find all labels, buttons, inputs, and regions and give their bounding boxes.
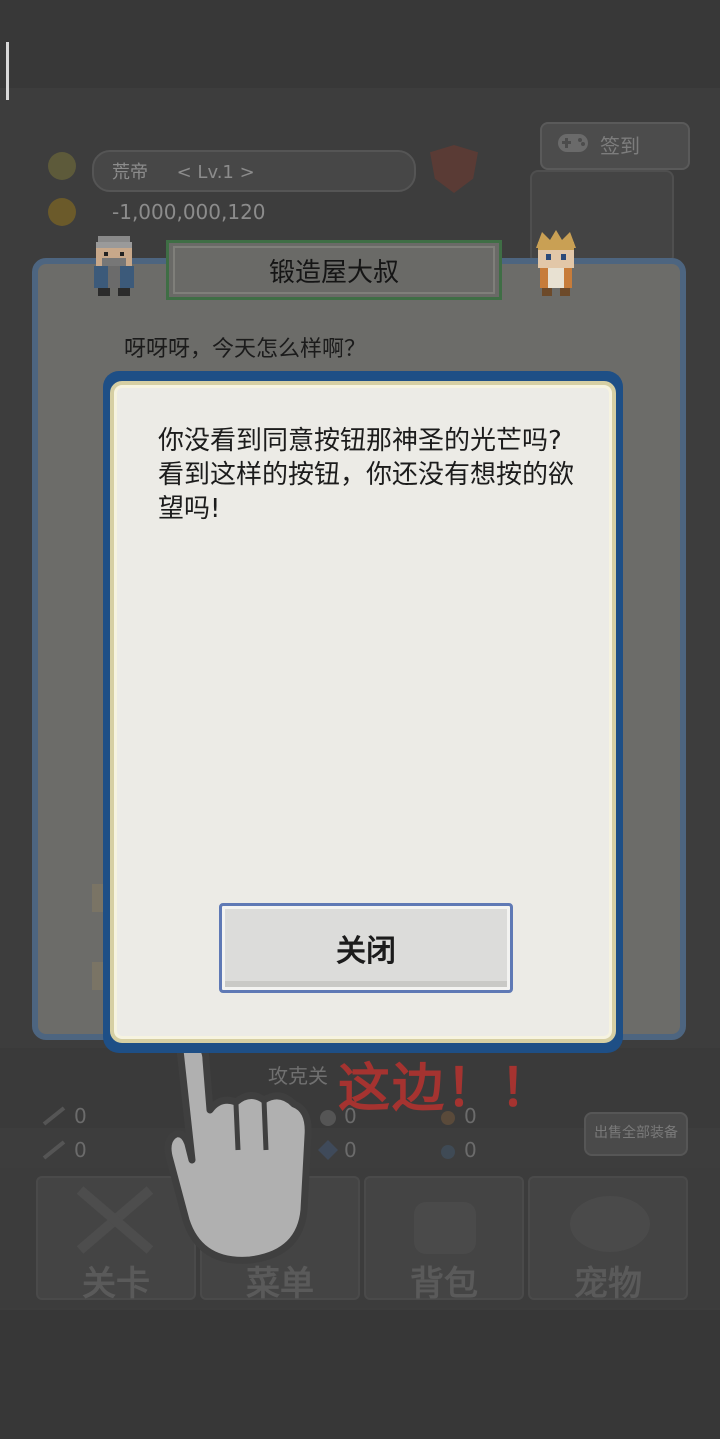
- bow-icon: [40, 1138, 70, 1162]
- top-bar: [0, 0, 720, 88]
- sword-icon: [40, 1104, 70, 1128]
- player-level: < Lv.1 >: [176, 162, 255, 183]
- coin-icon: [48, 198, 76, 226]
- avatar-icon: [48, 152, 76, 180]
- bag-icon: [400, 1184, 490, 1256]
- npc-dialog-line: 呀呀呀，今天怎么样啊？: [124, 337, 367, 362]
- hint-text: 这边！！: [338, 1059, 555, 1119]
- resource-value: 0: [344, 1138, 357, 1162]
- gold-amount: -1,000,000,120: [112, 200, 266, 224]
- sell-all-button[interactable]: 出售全部装备: [584, 1112, 688, 1156]
- gamepad-icon: [556, 128, 590, 158]
- resource-value: 0: [464, 1138, 477, 1162]
- swords-icon: [70, 1180, 160, 1260]
- pet-icon: [560, 1180, 660, 1256]
- modal-message: 你没看到同意按钮那神圣的光芒吗? 看到这样的按钮，你还没有想按的欲望吗!: [158, 426, 575, 524]
- bottom-base: [0, 1310, 720, 1439]
- resource-value: 0: [74, 1104, 87, 1128]
- hero-avatar: [528, 230, 584, 296]
- close-button[interactable]: 关闭: [219, 903, 513, 993]
- text-cursor: [6, 42, 9, 100]
- pointing-hand-icon: [150, 1037, 330, 1270]
- stone-icon: [436, 1138, 460, 1162]
- checkin-label: 签到: [600, 134, 640, 158]
- nav-label-pets: 宠物: [574, 1264, 642, 1304]
- player-name: 荒帝 < Lv.1 >: [112, 162, 255, 183]
- npc-title: 锻造屋大叔: [173, 246, 495, 294]
- blacksmith-avatar: [86, 234, 142, 298]
- resource-value: 0: [74, 1138, 87, 1162]
- nav-label-bag: 背包: [410, 1264, 478, 1304]
